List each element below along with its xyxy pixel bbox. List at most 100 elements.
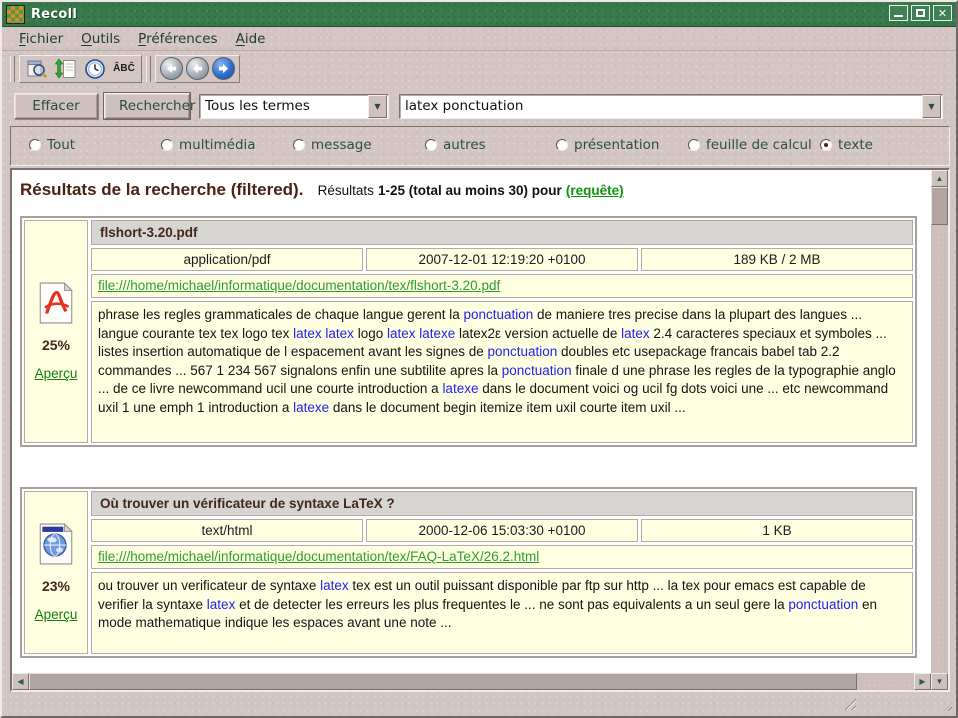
clear-button[interactable]: Effacer bbox=[14, 93, 98, 119]
snippet-text: logo bbox=[354, 326, 387, 341]
snippet-highlight: ponctuation bbox=[487, 344, 557, 359]
maximize-button[interactable] bbox=[911, 5, 930, 21]
search-row: Effacer Rechercher Tous les termes ▼ ▼ bbox=[2, 86, 956, 124]
results-area: Résultats de la recherche (filtered). Ré… bbox=[10, 168, 950, 692]
arrow-right-icon: ▶ bbox=[919, 677, 925, 686]
advanced-search-button[interactable] bbox=[24, 57, 50, 81]
result-meta-row: application/pdf 2007-12-01 12:19:20 +010… bbox=[91, 248, 913, 271]
filter-radio-presentation[interactable]: présentation bbox=[556, 137, 659, 153]
first-page-button[interactable] bbox=[160, 57, 183, 80]
filter-radio-feuille-de-calcul[interactable]: feuille de calcul bbox=[688, 137, 812, 153]
radio-icon[interactable] bbox=[688, 139, 700, 151]
results-range: 1-25 (total au moins 30) pour bbox=[378, 183, 562, 198]
query-combobox[interactable]: ▼ bbox=[399, 94, 943, 119]
search-mode-combobox[interactable]: Tous les termes ▼ bbox=[199, 94, 389, 119]
snippet-highlight: ponctuation bbox=[502, 363, 572, 378]
back-icon bbox=[191, 62, 204, 75]
menu-aide[interactable]: Aide bbox=[227, 29, 275, 49]
radio-icon[interactable] bbox=[161, 139, 173, 151]
vertical-scrollbar[interactable]: ▲ ▼ bbox=[931, 170, 948, 690]
radio-icon[interactable] bbox=[556, 139, 568, 151]
filter-radio-message[interactable]: message bbox=[293, 137, 372, 153]
toolbar-grip[interactable] bbox=[146, 56, 151, 82]
relevance-percent: 23% bbox=[42, 578, 70, 594]
document-history-button[interactable] bbox=[82, 57, 108, 81]
filter-label: Tout bbox=[47, 137, 75, 153]
snippet-highlight: ponctuation bbox=[463, 307, 533, 322]
previous-page-button[interactable] bbox=[186, 57, 209, 80]
arrow-up-icon: ▲ bbox=[936, 174, 944, 183]
menu-outils[interactable]: Outils bbox=[72, 29, 129, 49]
resize-grip-icon[interactable] bbox=[841, 695, 856, 710]
scroll-up-button[interactable]: ▲ bbox=[931, 170, 948, 187]
chevron-down-icon[interactable]: ▼ bbox=[922, 95, 941, 118]
results-header: Résultats de la recherche (filtered). Ré… bbox=[20, 180, 925, 200]
result-title: Où trouver un vérificateur de syntaxe La… bbox=[91, 491, 913, 516]
result-date: 2000-12-06 15:03:30 +0100 bbox=[366, 519, 638, 542]
result-url-link[interactable]: file:///home/michael/informatique/docume… bbox=[98, 278, 500, 293]
term-explorer-button[interactable]: ÂBĈ bbox=[111, 57, 137, 81]
filter-label: présentation bbox=[574, 137, 659, 153]
radio-icon[interactable] bbox=[29, 139, 41, 151]
advanced-search-icon bbox=[26, 58, 48, 80]
results-viewport[interactable]: Résultats de la recherche (filtered). Ré… bbox=[12, 170, 931, 673]
menu-label: références bbox=[146, 31, 218, 47]
radio-icon[interactable] bbox=[425, 139, 437, 151]
vertical-scrollbar-thumb[interactable] bbox=[931, 187, 948, 225]
menu-accel: A bbox=[236, 31, 245, 47]
query-link[interactable]: (requête) bbox=[566, 183, 624, 198]
preview-link[interactable]: Aperçu bbox=[35, 607, 78, 622]
menu-label: utils bbox=[92, 31, 120, 47]
radio-icon[interactable] bbox=[820, 139, 832, 151]
next-page-button[interactable] bbox=[212, 57, 235, 80]
snippet-highlight: latex latexe bbox=[387, 326, 455, 341]
corner-resize-icon[interactable] bbox=[944, 703, 952, 711]
window-title: Recoll bbox=[31, 7, 77, 22]
result-snippet: phrase les regles grammaticales de chaqu… bbox=[91, 301, 913, 443]
titlebar: Recoll ✕ bbox=[2, 2, 956, 27]
minimize-button[interactable] bbox=[889, 5, 908, 21]
forward-icon bbox=[217, 62, 230, 75]
pdf-file-icon bbox=[37, 282, 75, 324]
snippet-text: phrase les regles grammaticales de chaqu… bbox=[98, 307, 463, 322]
arrow-down-icon: ▼ bbox=[936, 677, 944, 686]
snippet-highlight: latex bbox=[207, 597, 236, 612]
filter-radio-autres[interactable]: autres bbox=[425, 137, 486, 153]
toolbar-group-tools: ÂBĈ bbox=[19, 55, 142, 83]
menubar: Fichier Outils Préférences Aide bbox=[2, 27, 956, 51]
radio-icon[interactable] bbox=[293, 139, 305, 151]
arrow-left-icon: ◀ bbox=[17, 677, 23, 686]
result-url-row: file:///home/michael/informatique/docume… bbox=[91, 545, 913, 569]
term-explorer-icon: ÂBĈ bbox=[113, 63, 135, 74]
menu-label: ichier bbox=[26, 31, 63, 47]
sort-parameters-icon bbox=[55, 58, 77, 80]
result-url-link[interactable]: file:///home/michael/informatique/docume… bbox=[98, 549, 539, 564]
toolbar-grip[interactable] bbox=[10, 56, 15, 82]
filter-radio-multimedia[interactable]: multimédia bbox=[161, 137, 256, 153]
results-gap bbox=[12, 447, 931, 487]
snippet-highlight: latex bbox=[320, 578, 349, 593]
menu-accel: P bbox=[138, 31, 146, 47]
query-input[interactable] bbox=[400, 96, 922, 117]
filter-radio-texte[interactable]: texte bbox=[820, 137, 873, 153]
relevance-percent: 25% bbox=[42, 337, 70, 353]
recoll-window: Recoll ✕ Fichier Outils Préférences Aide bbox=[0, 0, 958, 718]
menu-fichier[interactable]: Fichier bbox=[10, 29, 72, 49]
snippet-highlight: ponctuation bbox=[788, 597, 858, 612]
chevron-down-icon[interactable]: ▼ bbox=[368, 95, 387, 118]
result-sidebar: 25% Aperçu bbox=[24, 220, 88, 443]
sort-parameters-button[interactable] bbox=[53, 57, 79, 81]
search-mode-value: Tous les termes bbox=[200, 98, 368, 114]
filter-label: texte bbox=[838, 137, 873, 153]
recoll-app-icon bbox=[6, 5, 25, 24]
preview-link[interactable]: Aperçu bbox=[35, 366, 78, 381]
close-button[interactable]: ✕ bbox=[933, 5, 952, 21]
menu-preferences[interactable]: Préférences bbox=[129, 29, 226, 49]
statusbar bbox=[4, 688, 954, 714]
snippet-text: et de detecter les erreurs les plus freq… bbox=[235, 597, 788, 612]
filter-radio-tout[interactable]: Tout bbox=[29, 137, 75, 153]
result-sidebar: 23% Aperçu bbox=[24, 491, 88, 654]
result-mime: text/html bbox=[91, 519, 363, 542]
back-icon bbox=[165, 62, 178, 75]
search-button[interactable]: Rechercher bbox=[104, 93, 190, 119]
